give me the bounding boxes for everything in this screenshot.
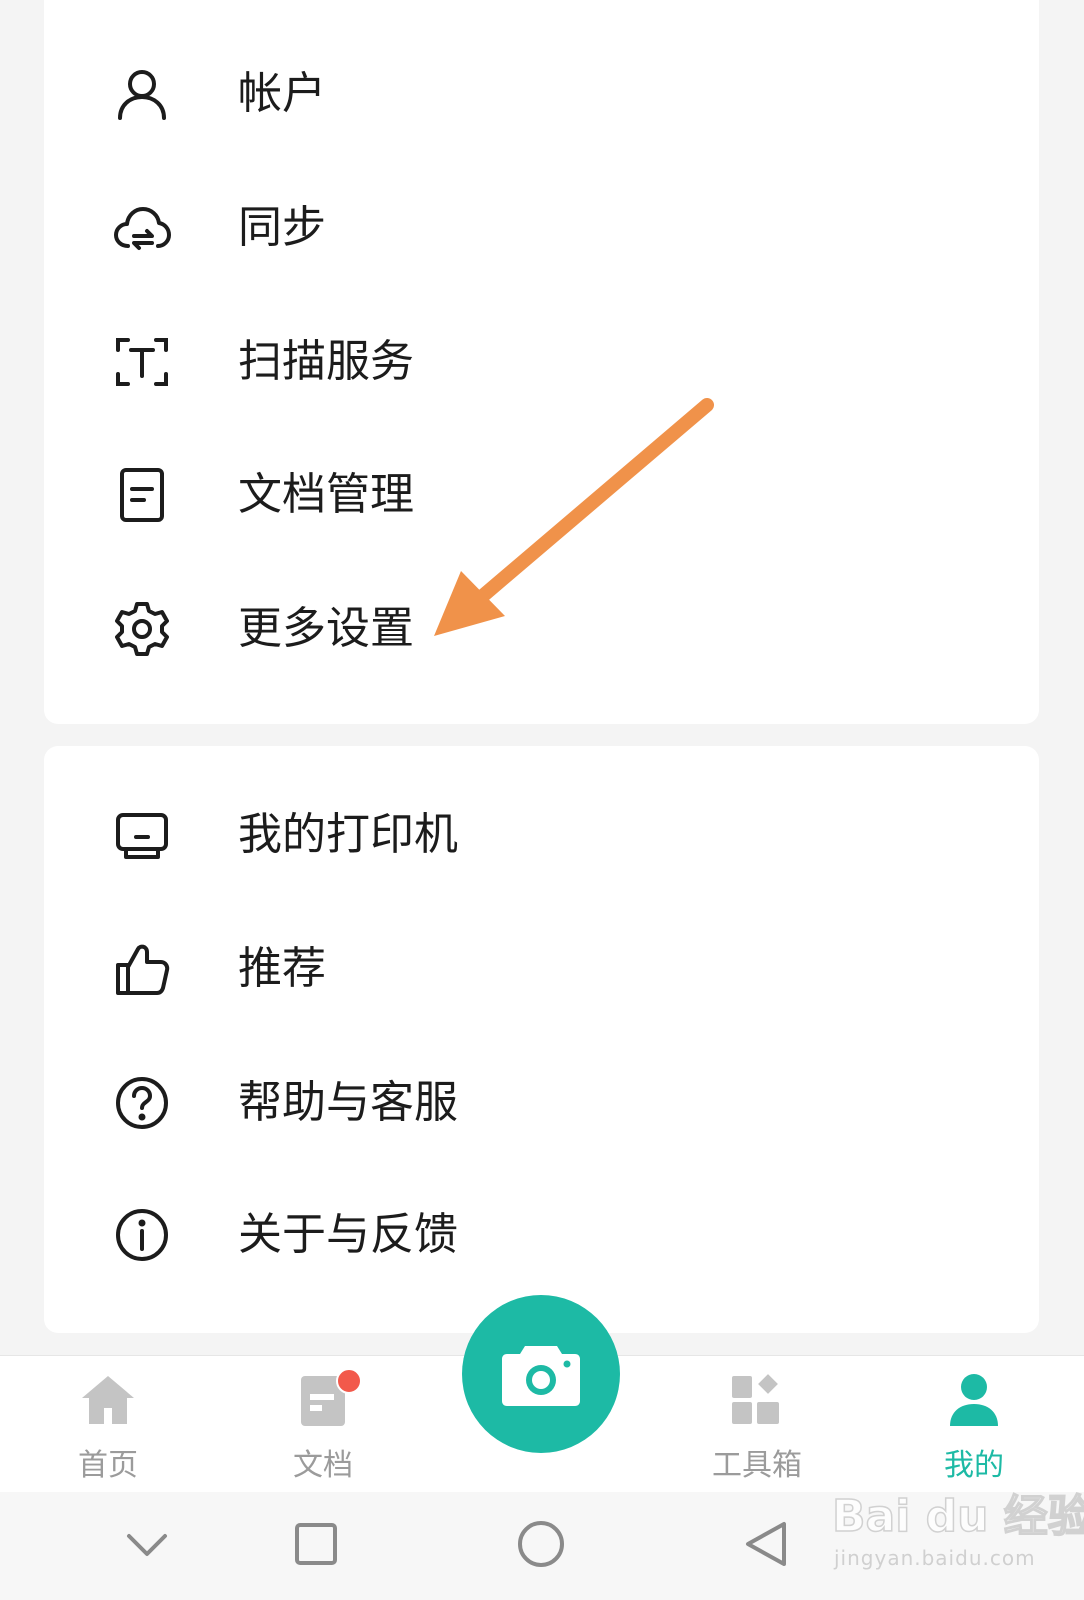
back-triangle-icon[interactable]	[736, 1512, 800, 1576]
profile-icon	[944, 1370, 1004, 1430]
printer-icon	[112, 805, 172, 865]
tab-label: 文档	[293, 1448, 353, 1483]
menu-item-help-support[interactable]: 帮助与客服	[44, 1036, 1039, 1170]
recent-apps-icon[interactable]	[284, 1512, 348, 1576]
menu-item-doc-management[interactable]: 文档管理	[44, 428, 1039, 562]
gear-icon	[112, 599, 172, 659]
menu-item-sync[interactable]: 同步	[44, 161, 1039, 295]
watermark-text: Bai du 经验	[831, 1490, 1084, 1543]
baidu-watermark: Bai du 经验 jingyan.baidu.com	[831, 1480, 1084, 1590]
menu-item-label: 更多设置	[238, 603, 414, 654]
menu-item-label: 同步	[238, 202, 326, 253]
settings-card-primary: 帐户 同步 扫描服务 文档管理 更多设置	[44, 0, 1039, 724]
text-scan-icon	[112, 332, 172, 392]
menu-item-label: 我的打印机	[238, 809, 458, 860]
menu-item-label: 帮助与客服	[238, 1077, 458, 1128]
tab-label: 工具箱	[712, 1448, 802, 1483]
tab-documents[interactable]: 文档	[248, 1356, 398, 1493]
menu-item-label: 帐户	[238, 68, 326, 119]
cloud-sync-icon	[112, 198, 172, 258]
user-icon	[112, 64, 172, 124]
notification-badge	[336, 1368, 362, 1394]
menu-item-label: 推荐	[238, 943, 326, 994]
tab-label: 首页	[78, 1448, 138, 1483]
tab-me[interactable]: 我的	[899, 1356, 1049, 1493]
menu-item-scan-service[interactable]: 扫描服务	[44, 295, 1039, 429]
toolbox-icon	[727, 1370, 787, 1430]
chevron-down-icon[interactable]	[115, 1512, 179, 1576]
tab-toolbox[interactable]: 工具箱	[682, 1356, 832, 1493]
menu-item-more-settings[interactable]: 更多设置	[44, 562, 1039, 696]
home-icon	[78, 1370, 138, 1430]
menu-item-account[interactable]: 帐户	[44, 27, 1039, 161]
help-circle-icon	[112, 1073, 172, 1133]
document-icon	[112, 465, 172, 525]
settings-card-secondary: 我的打印机 推荐 帮助与客服 关于与反馈	[44, 746, 1039, 1333]
tab-home[interactable]: 首页	[33, 1356, 183, 1493]
thumbs-up-icon	[112, 939, 172, 999]
menu-item-my-printer[interactable]: 我的打印机	[44, 768, 1039, 902]
menu-item-label: 文档管理	[238, 469, 414, 520]
camera-button[interactable]	[462, 1295, 620, 1453]
menu-item-about-feedback[interactable]: 关于与反馈	[44, 1168, 1039, 1302]
menu-item-label: 扫描服务	[238, 336, 414, 387]
menu-item-label: 关于与反馈	[238, 1209, 458, 1260]
menu-item-recommend[interactable]: 推荐	[44, 902, 1039, 1036]
camera-icon	[502, 1346, 580, 1406]
tab-label: 我的	[944, 1448, 1004, 1483]
home-circle-icon[interactable]	[509, 1512, 573, 1576]
info-circle-icon	[112, 1205, 172, 1265]
watermark-url: jingyan.baidu.com	[834, 1546, 1036, 1570]
